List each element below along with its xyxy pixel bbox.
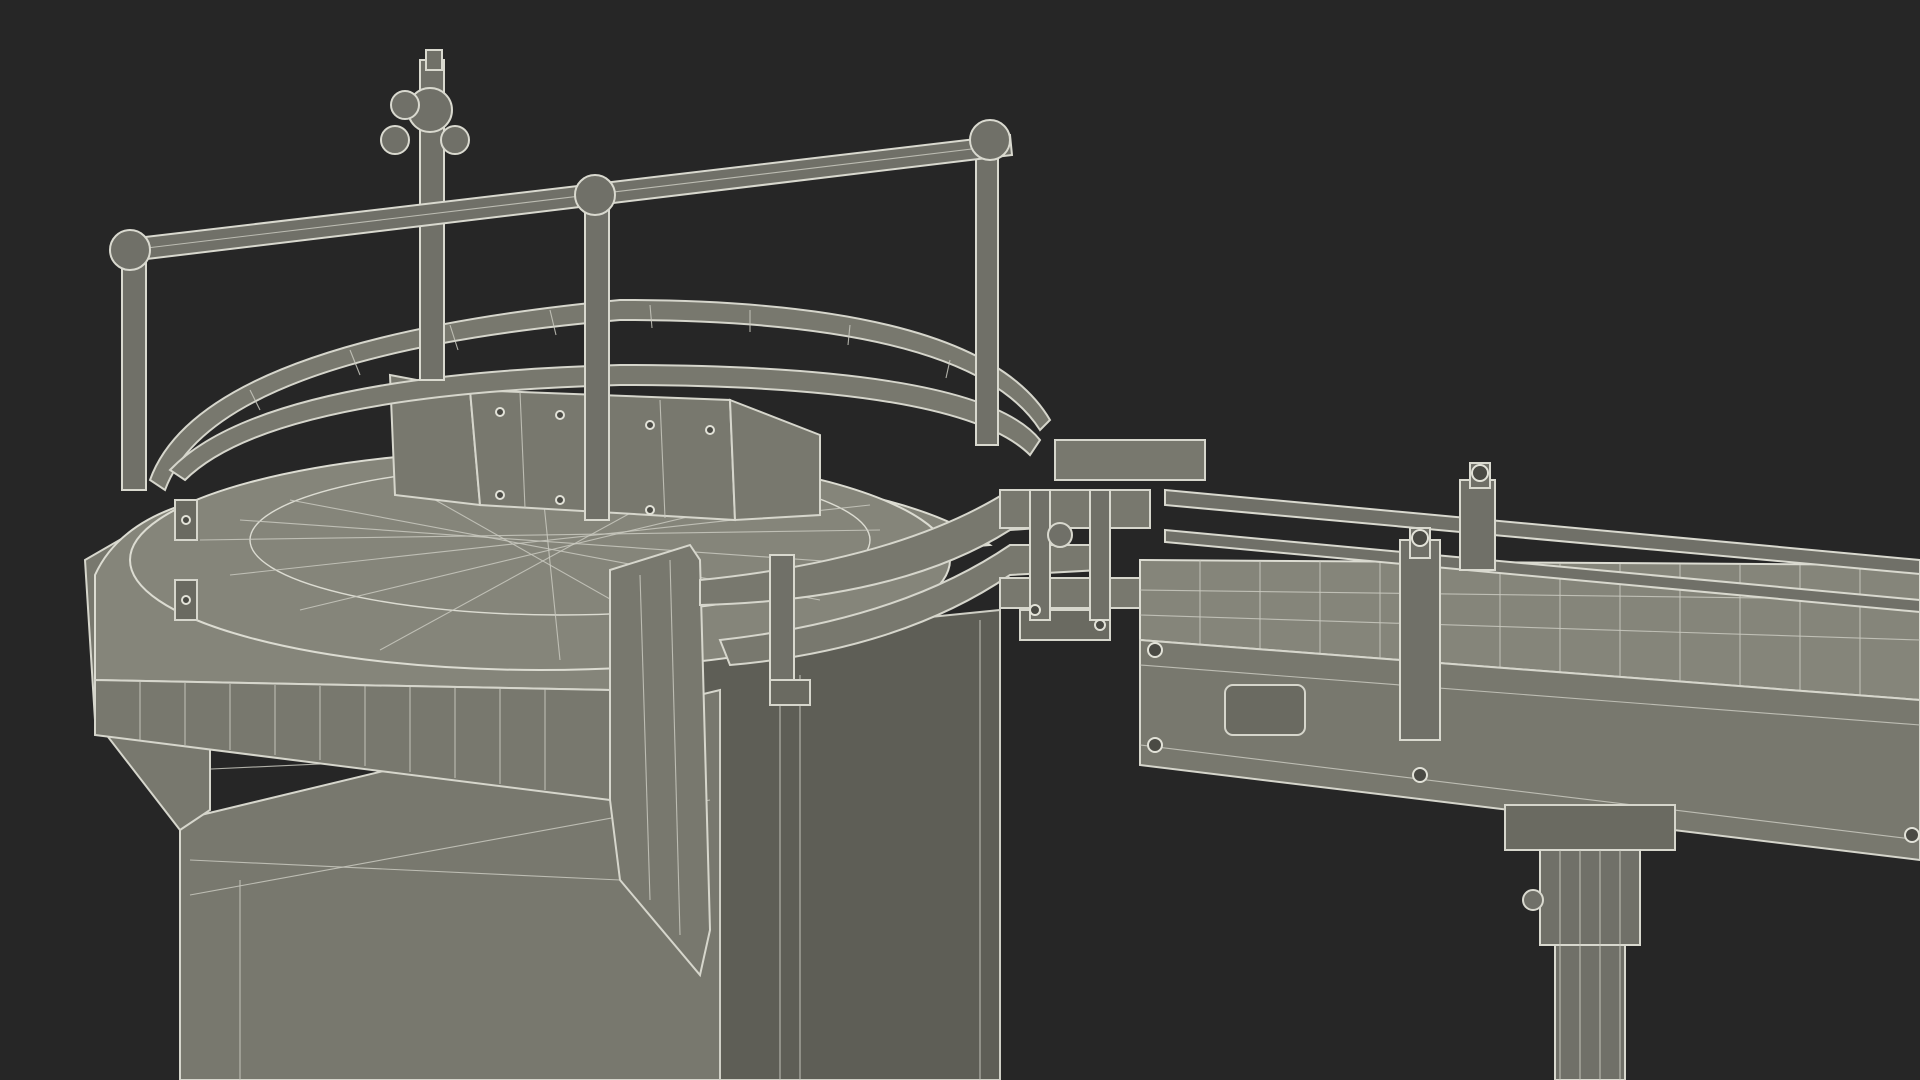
conveyor	[1139, 462, 1920, 1080]
render-viewport	[0, 0, 1920, 1080]
top-handrail	[109, 49, 1014, 271]
wireframe-render	[83, 49, 1920, 1080]
